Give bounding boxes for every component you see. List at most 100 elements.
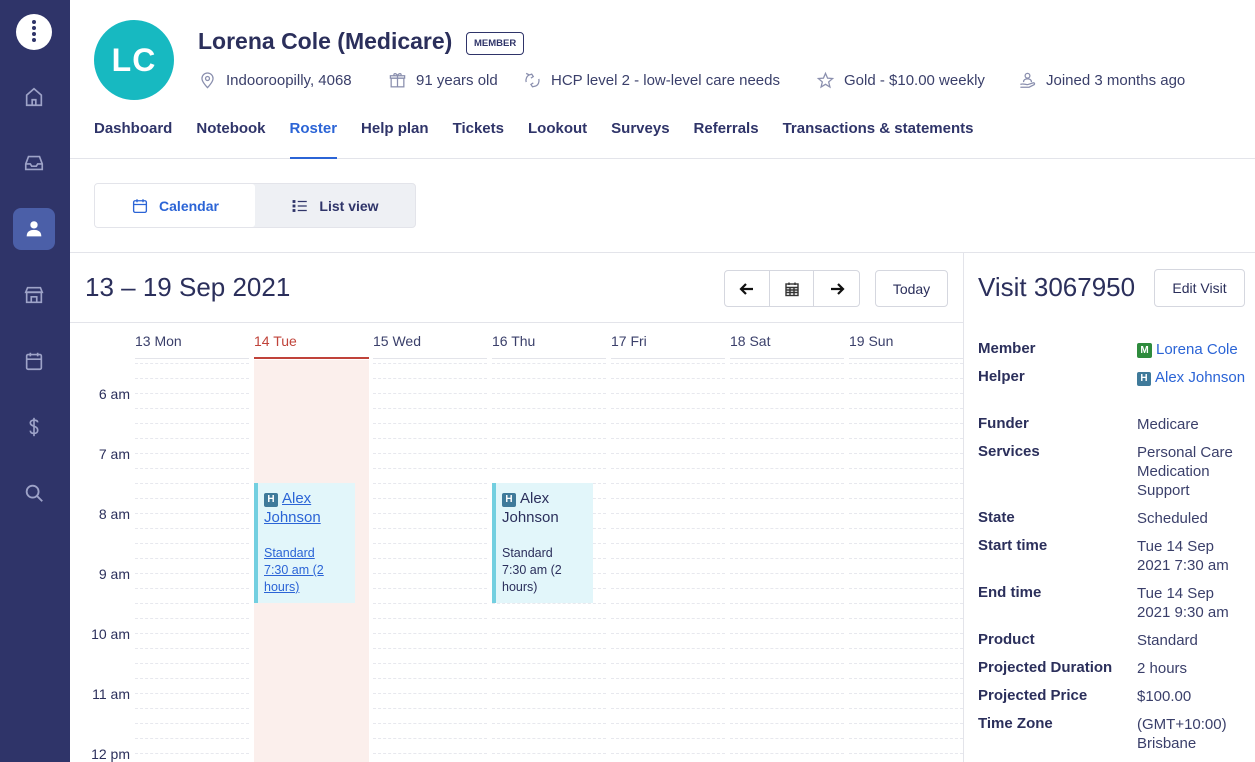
grid-line bbox=[373, 378, 487, 379]
person-icon[interactable] bbox=[13, 208, 55, 250]
grid-line bbox=[611, 693, 725, 694]
tab-surveys[interactable]: Surveys bbox=[611, 120, 669, 159]
member-value[interactable]: M Lorena Cole bbox=[1137, 340, 1249, 359]
grid-line bbox=[135, 408, 249, 409]
grid-line bbox=[849, 738, 963, 739]
grid-line bbox=[373, 753, 487, 754]
hour-label: 12 pm bbox=[91, 746, 130, 762]
logo-icon[interactable] bbox=[16, 14, 52, 50]
pick-date-button[interactable] bbox=[770, 271, 815, 306]
grid-line bbox=[135, 573, 249, 574]
visit-event-selected[interactable]: H Alex Johnson Standard 7:30 am (2 hours) bbox=[254, 483, 355, 603]
helper-badge-icon: H bbox=[1137, 372, 1151, 386]
grid-line bbox=[849, 693, 963, 694]
member-link[interactable]: Lorena Cole bbox=[1156, 341, 1238, 358]
service-item: Personal Care bbox=[1137, 444, 1233, 461]
tab-transactions[interactable]: Transactions & statements bbox=[783, 120, 974, 159]
timezone-value: (GMT+10:00) Brisbane bbox=[1137, 716, 1227, 752]
helper-link[interactable]: Alex Johnson bbox=[1155, 369, 1245, 386]
visit-event[interactable]: H Alex Johnson Standard 7:30 am (2 hours) bbox=[492, 483, 593, 603]
start-time-value: Tue 14 Sep 2021 7:30 am bbox=[1137, 538, 1229, 574]
tab-lookout[interactable]: Lookout bbox=[528, 120, 587, 159]
grid-line bbox=[611, 378, 725, 379]
search-icon[interactable] bbox=[13, 472, 55, 514]
grid-line bbox=[611, 423, 725, 424]
grid-line bbox=[611, 678, 725, 679]
week-range-title: 13 – 19 Sep 2021 bbox=[85, 272, 291, 302]
grid-line bbox=[611, 543, 725, 544]
grid-line bbox=[730, 543, 844, 544]
dollar-icon[interactable] bbox=[13, 406, 55, 448]
grid-line bbox=[849, 753, 963, 754]
grid-line bbox=[373, 483, 487, 484]
today-button[interactable]: Today bbox=[875, 270, 948, 307]
divider bbox=[70, 252, 1255, 253]
panel-divider bbox=[963, 252, 964, 762]
grid-line bbox=[135, 378, 249, 379]
grid-line bbox=[135, 438, 249, 439]
grid-line bbox=[730, 588, 844, 589]
edit-visit-button[interactable]: Edit Visit bbox=[1154, 269, 1245, 307]
end-time-label: End time bbox=[978, 584, 1042, 601]
grid-line bbox=[492, 603, 606, 604]
grid-line bbox=[373, 543, 487, 544]
grid-line bbox=[611, 738, 725, 739]
grid-line bbox=[492, 723, 606, 724]
grid-line bbox=[730, 468, 844, 469]
list-view-button[interactable]: List view bbox=[255, 184, 415, 227]
grid-line bbox=[135, 363, 249, 364]
prev-week-button[interactable] bbox=[725, 271, 770, 306]
grid-line bbox=[730, 438, 844, 439]
grid-line bbox=[373, 468, 487, 469]
grid-line bbox=[730, 603, 844, 604]
tab-notebook[interactable]: Notebook bbox=[196, 120, 265, 159]
grid-line bbox=[849, 513, 963, 514]
tab-dashboard[interactable]: Dashboard bbox=[94, 120, 172, 159]
grid-line bbox=[730, 663, 844, 664]
helper-badge: H bbox=[264, 493, 278, 507]
grid-line bbox=[611, 393, 725, 394]
grid-line bbox=[135, 723, 249, 724]
grid-line bbox=[611, 528, 725, 529]
tab-roster[interactable]: Roster bbox=[289, 120, 338, 159]
grid-line bbox=[492, 693, 606, 694]
day-header-wed: 15 Wed bbox=[373, 333, 487, 359]
calendar-view-label: Calendar bbox=[159, 197, 219, 214]
hour-label: 6 am bbox=[98, 386, 130, 402]
event-product: Standard bbox=[502, 546, 553, 560]
grid-line bbox=[730, 678, 844, 679]
grid-line bbox=[849, 648, 963, 649]
calendar-view-button[interactable]: Calendar bbox=[95, 184, 255, 227]
grid-line bbox=[849, 573, 963, 574]
tab-referrals[interactable]: Referrals bbox=[694, 120, 759, 159]
grid-line bbox=[849, 378, 963, 379]
event-time: 7:30 am (2 hours) bbox=[264, 563, 324, 594]
grid-line bbox=[492, 468, 606, 469]
home-icon[interactable] bbox=[13, 76, 55, 118]
grid-line bbox=[849, 588, 963, 589]
grid-line bbox=[849, 468, 963, 469]
tab-tickets[interactable]: Tickets bbox=[453, 120, 504, 159]
grid-line bbox=[611, 723, 725, 724]
tab-help-plan[interactable]: Help plan bbox=[361, 120, 429, 159]
grid-line bbox=[135, 483, 249, 484]
grid-line bbox=[849, 483, 963, 484]
grid-line bbox=[373, 633, 487, 634]
grid-line bbox=[492, 633, 606, 634]
grid-line bbox=[492, 393, 606, 394]
next-week-button[interactable] bbox=[814, 271, 859, 306]
grid-line bbox=[373, 618, 487, 619]
grid-line bbox=[611, 633, 725, 634]
inbox-icon[interactable] bbox=[13, 142, 55, 184]
arrow-right-icon bbox=[830, 282, 845, 295]
grid-line bbox=[730, 483, 844, 484]
calendar-icon[interactable] bbox=[13, 340, 55, 382]
location-meta: Indooroopilly, 4068 bbox=[198, 70, 352, 90]
grid-line bbox=[611, 513, 725, 514]
timezone-label: Time Zone bbox=[978, 715, 1053, 732]
store-icon[interactable] bbox=[13, 274, 55, 316]
state-value: Scheduled bbox=[1137, 510, 1208, 527]
helper-value[interactable]: H Alex Johnson bbox=[1137, 368, 1249, 387]
day-header-fri: 17 Fri bbox=[611, 333, 725, 359]
grid-line bbox=[135, 693, 249, 694]
